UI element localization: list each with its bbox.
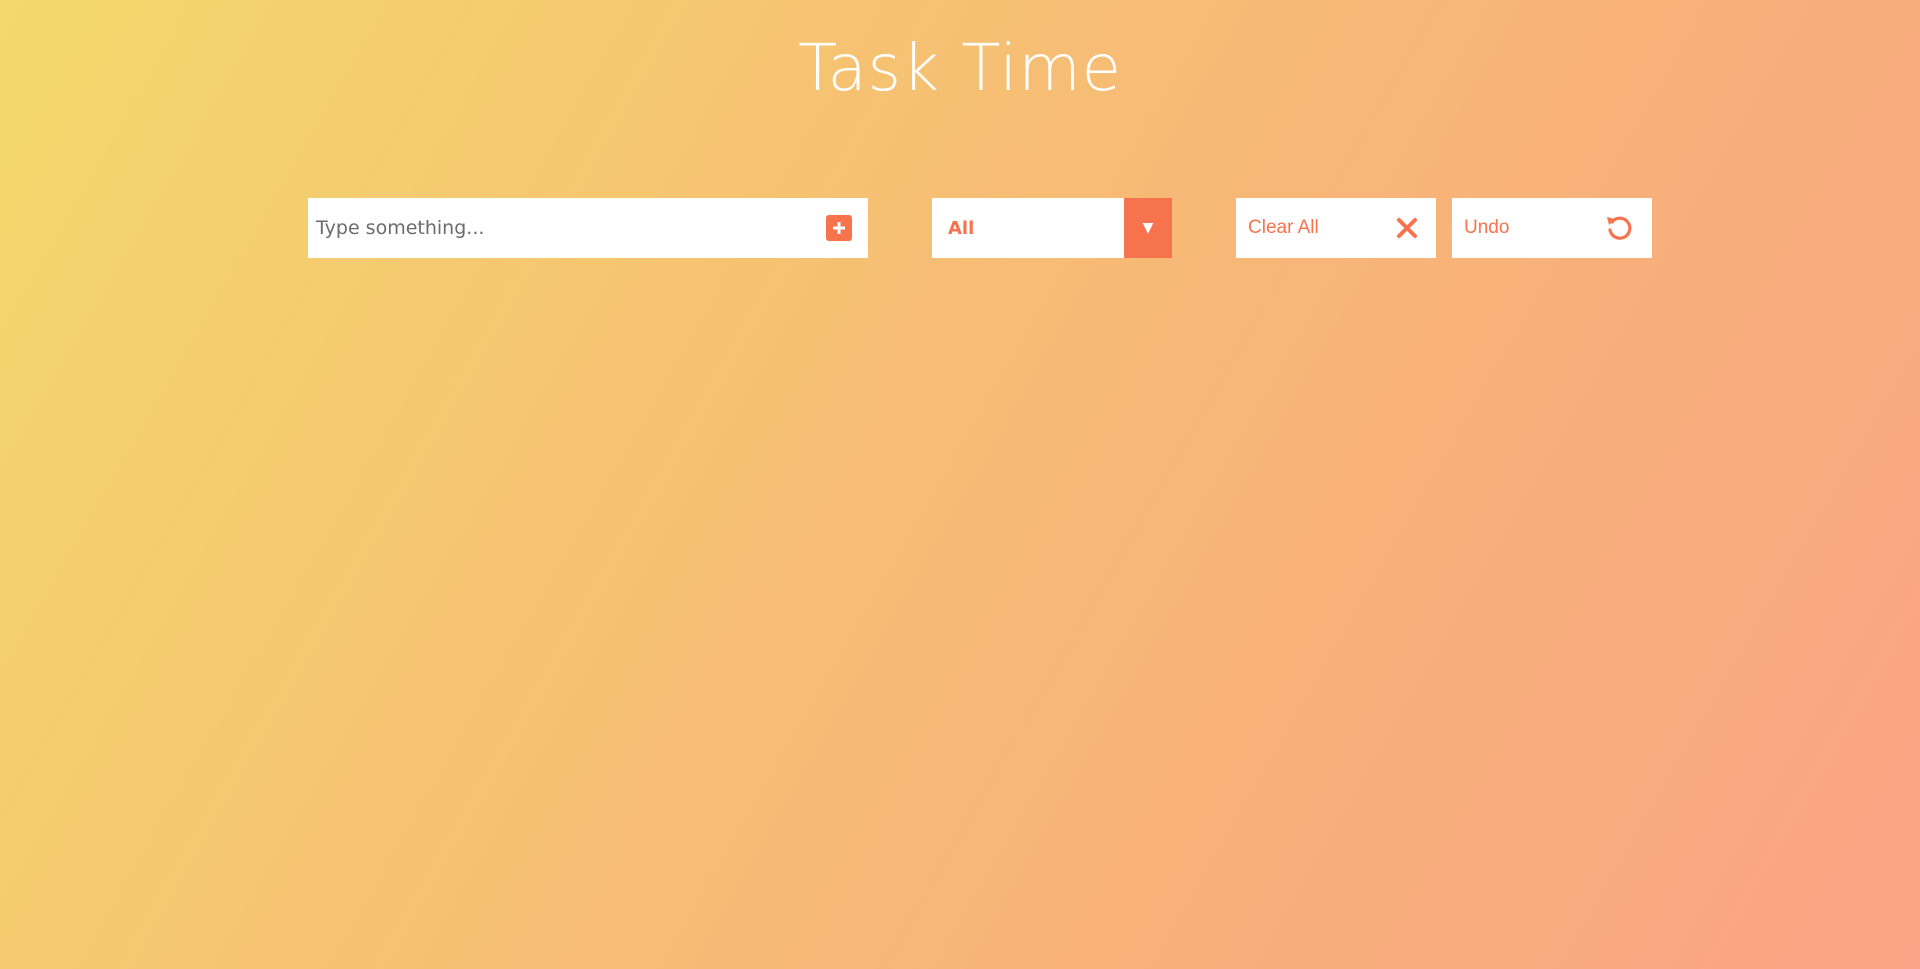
todo-input[interactable] [308, 198, 826, 258]
undo-label: Undo [1464, 217, 1510, 238]
clear-all-button[interactable]: Clear All [1236, 198, 1436, 258]
clear-all-label: Clear All [1248, 217, 1319, 238]
caret-down-icon: ▼ [1142, 220, 1154, 236]
close-icon [1397, 218, 1417, 238]
filter-dropdown-button[interactable]: ▼ [1124, 198, 1172, 258]
plus-square-icon [833, 222, 845, 234]
todo-form [308, 198, 868, 258]
app-title: Task Time [797, 32, 1123, 106]
add-todo-button[interactable] [826, 215, 852, 241]
filter-selected-value: All [948, 217, 975, 239]
undo-button[interactable]: Undo [1452, 198, 1652, 258]
undo-icon [1607, 216, 1632, 240]
filter-select[interactable]: All ▼ [932, 198, 1172, 258]
